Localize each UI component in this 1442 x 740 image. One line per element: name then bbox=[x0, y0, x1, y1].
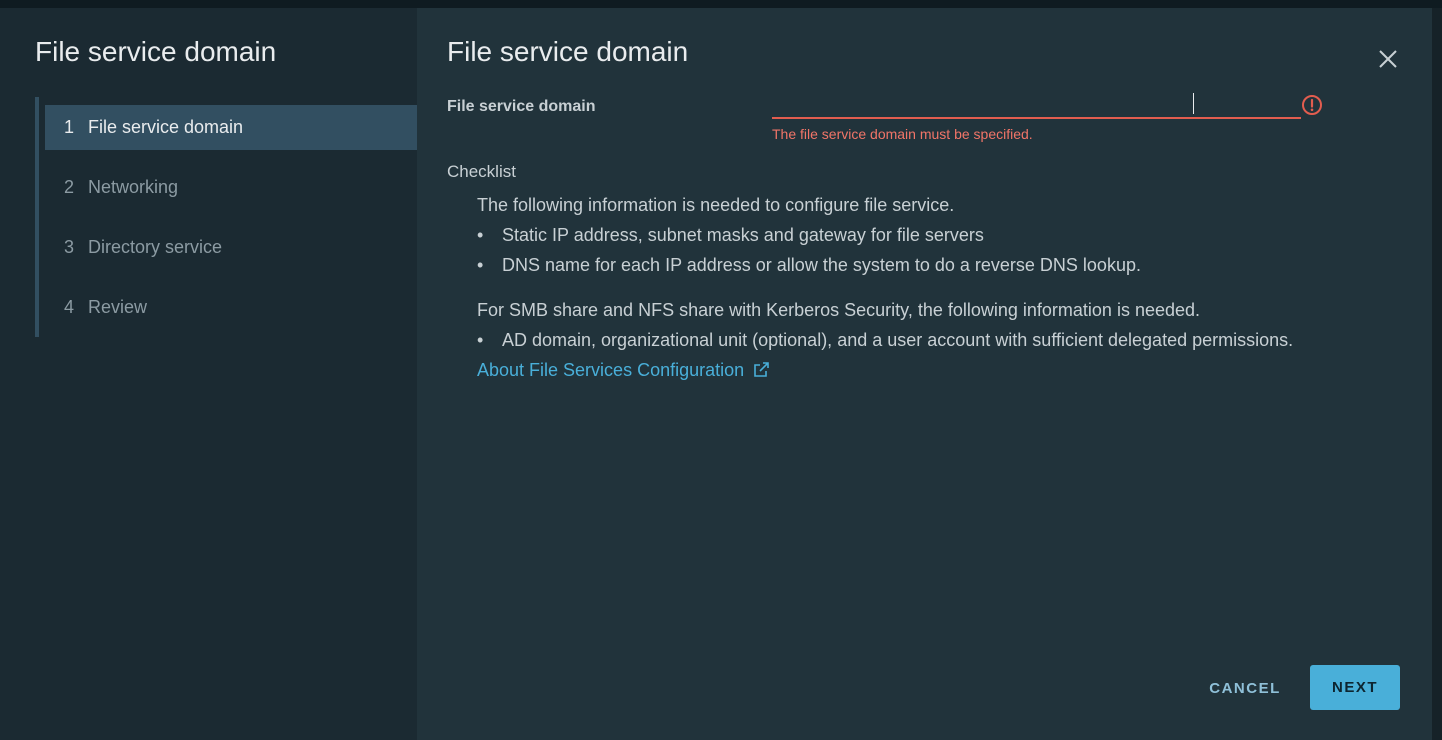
wizard-steps-list: 1 File service domain 2 Networking 3 Dir… bbox=[35, 97, 417, 337]
smb-intro: For SMB share and NFS share with Kerbero… bbox=[477, 300, 1201, 320]
cancel-button[interactable]: CANCEL bbox=[1193, 666, 1297, 710]
wizard-step-networking[interactable]: 2 Networking bbox=[39, 165, 417, 210]
checklist-intro: The following information is needed to c… bbox=[477, 195, 955, 215]
about-file-services-link[interactable]: About File Services Configuration bbox=[477, 355, 770, 385]
background-app-edge-right bbox=[1432, 8, 1442, 740]
link-label: About File Services Configuration bbox=[477, 360, 745, 380]
next-button[interactable]: NEXT bbox=[1310, 665, 1400, 710]
wizard-content: File service domain File service domain … bbox=[417, 8, 1432, 740]
step-label: Review bbox=[88, 297, 148, 317]
step-label: Networking bbox=[88, 177, 179, 197]
text-caret bbox=[1193, 93, 1194, 114]
step-number: 4 bbox=[64, 297, 75, 317]
checklist-body: The following information is needed to c… bbox=[477, 190, 1377, 385]
checklist-heading: Checklist bbox=[447, 162, 516, 181]
list-item: DNS name for each IP address or allow th… bbox=[477, 250, 1377, 280]
step-label: Directory service bbox=[88, 237, 223, 257]
field-error-message: The file service domain must be specifie… bbox=[772, 126, 1033, 142]
wizard-step-review[interactable]: 4 Review bbox=[39, 285, 417, 330]
file-service-domain-input[interactable] bbox=[772, 90, 1301, 119]
file-service-domain-label: File service domain bbox=[447, 98, 596, 115]
step-number: 3 bbox=[64, 237, 75, 257]
smb-requirements: AD domain, organizational unit (optional… bbox=[477, 325, 1377, 355]
page-title: File service domain bbox=[447, 36, 689, 67]
step-number: 2 bbox=[64, 177, 75, 197]
wizard-step-nav: File service domain 1 File service domai… bbox=[4, 8, 417, 740]
wizard-title: File service domain bbox=[35, 36, 277, 67]
external-link-icon bbox=[754, 362, 769, 377]
background-app-topbar bbox=[0, 0, 1442, 8]
wizard-step-file-service-domain[interactable]: 1 File service domain bbox=[45, 105, 417, 150]
wizard-step-directory-service[interactable]: 3 Directory service bbox=[39, 225, 417, 270]
error-circle-icon bbox=[1301, 94, 1323, 116]
close-icon[interactable] bbox=[1377, 48, 1399, 70]
step-number: 1 bbox=[64, 117, 75, 137]
step-label: File service domain bbox=[88, 117, 244, 137]
list-item: AD domain, organizational unit (optional… bbox=[477, 325, 1377, 355]
file-service-wizard-modal: File service domain 1 File service domai… bbox=[4, 8, 1432, 740]
checklist-requirements: Static IP address, subnet masks and gate… bbox=[477, 220, 1377, 280]
list-item: Static IP address, subnet masks and gate… bbox=[477, 220, 1377, 250]
